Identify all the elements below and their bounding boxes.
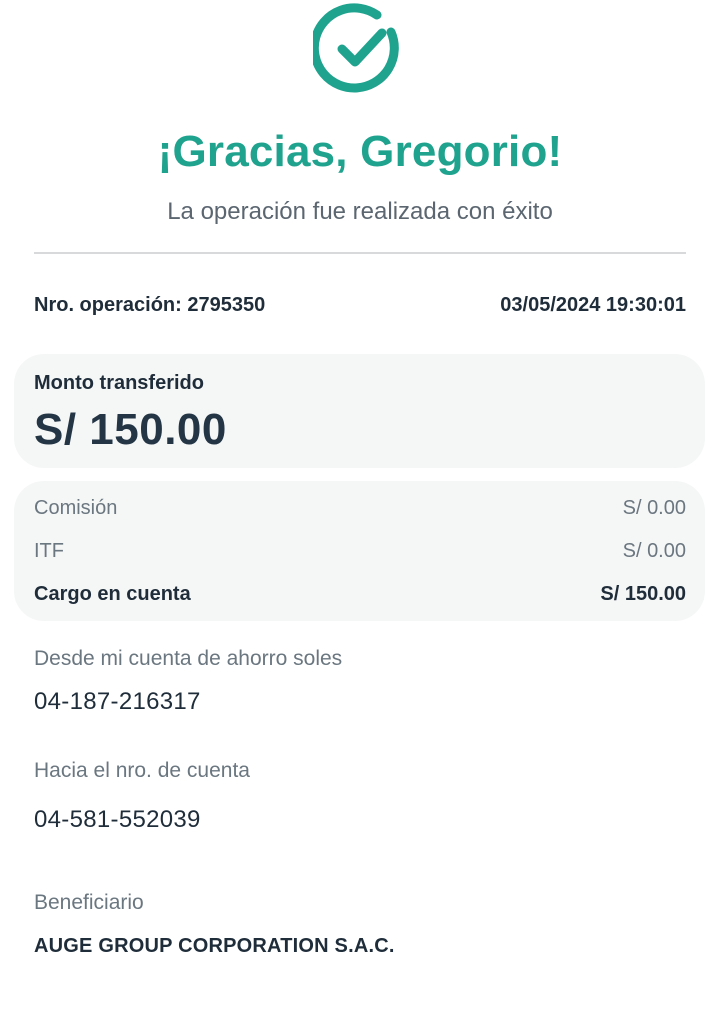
divider: [34, 252, 686, 254]
charge-label: Cargo en cuenta: [34, 583, 191, 605]
amount-card: Monto transferido S/ 150.00: [14, 354, 705, 468]
operation-datetime: 03/05/2024 19:30:01: [500, 294, 686, 316]
amount-label: Monto transferido: [34, 372, 204, 394]
operation-number: Nro. operación: 2795350: [34, 294, 266, 316]
amount-value: S/ 150.00: [34, 405, 227, 454]
operation-info-row: Nro. operación: 2795350 03/05/2024 19:30…: [34, 291, 686, 319]
to-account-label: Hacia el nro. de cuenta: [34, 759, 250, 782]
from-account-label: Desde mi cuenta de ahorro soles: [34, 647, 343, 670]
charge-row-total: Cargo en cuenta S/ 150.00: [34, 580, 686, 608]
charge-value: S/ 0.00: [622, 497, 686, 519]
success-message: La operación fue realizada con éxito: [167, 198, 553, 225]
beneficiary-name: AUGE GROUP CORPORATION S.A.C.: [34, 935, 395, 957]
from-account-number: 04-187-216317: [34, 688, 201, 715]
charge-label: Comisión: [34, 497, 118, 519]
beneficiary-label: Beneficiario: [34, 891, 144, 914]
page-title: ¡Gracias, Gregorio!: [157, 127, 563, 176]
to-account-number: 04-581-552039: [34, 806, 201, 833]
charges-card: Comisión S/ 0.00 ITF S/ 0.00 Cargo en cu…: [14, 481, 705, 621]
check-circle-icon: [313, 2, 407, 96]
charge-value: S/ 150.00: [600, 583, 686, 605]
charge-row-commission: Comisión S/ 0.00: [34, 494, 686, 522]
charge-value: S/ 0.00: [622, 540, 686, 562]
charge-row-itf: ITF S/ 0.00: [34, 537, 686, 565]
charge-label: ITF: [34, 540, 64, 562]
